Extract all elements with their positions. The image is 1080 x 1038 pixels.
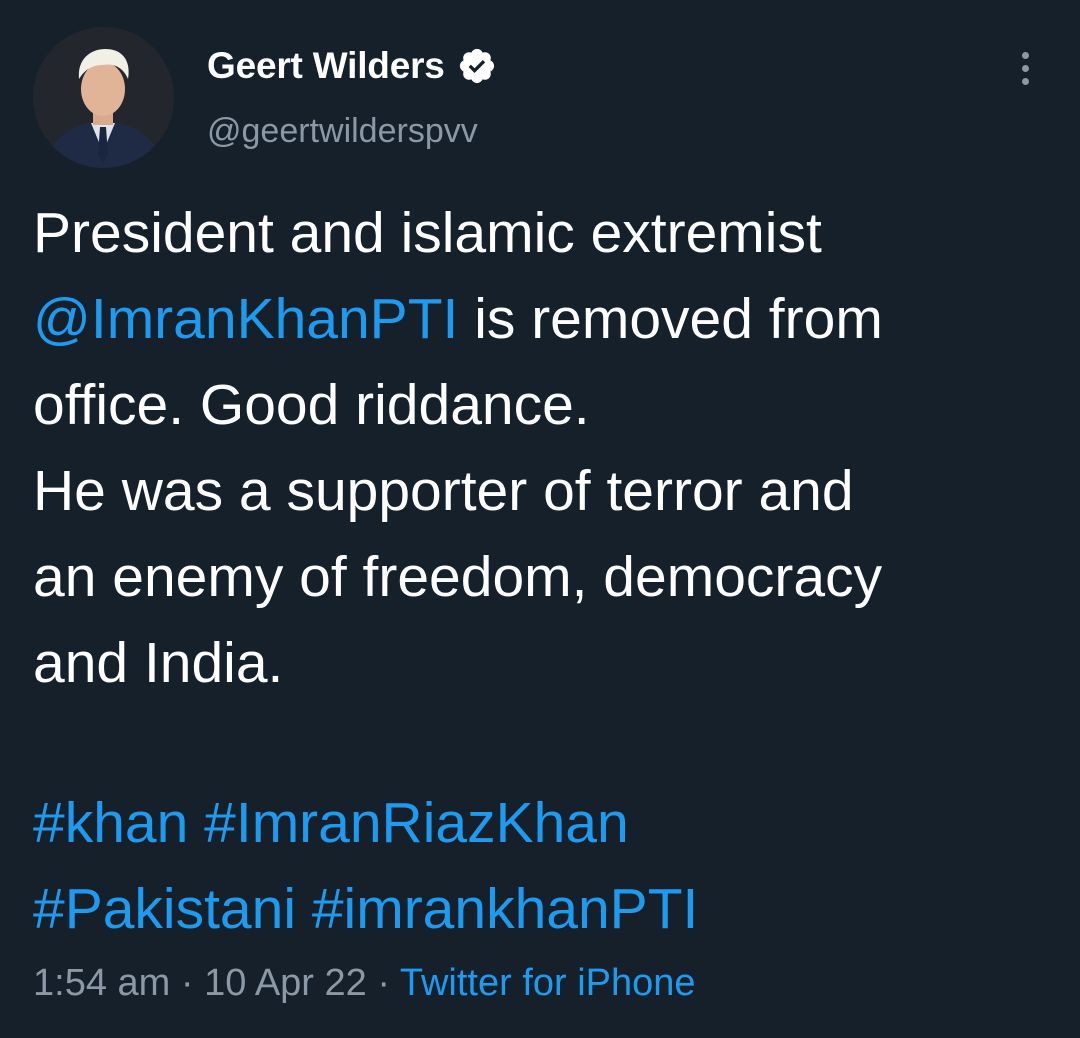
more-dot [1021, 64, 1029, 72]
tweet-date[interactable]: 10 Apr 22 [204, 962, 367, 1004]
tweet-time[interactable]: 1:54 am [33, 962, 170, 1004]
tweet-line: and India. [33, 631, 284, 695]
hashtag-link[interactable]: #ImranRiazKhan [204, 791, 629, 855]
meta-separator: · [170, 962, 205, 1004]
tweet-line: @ImranKhanPTI is removed from [33, 276, 1053, 362]
tweet-line: He was a supporter of terror and [33, 459, 854, 523]
more-options-icon[interactable] [1005, 48, 1045, 88]
author-name[interactable]: Geert Wilders [207, 45, 445, 87]
tweet-source[interactable]: Twitter for iPhone [400, 962, 696, 1004]
avatar-photo [33, 27, 174, 168]
author-name-row[interactable]: Geert Wilders [207, 44, 497, 88]
tweet-line: President and islamic extremist [33, 201, 822, 265]
hashtag-link[interactable]: #imrankhanPTI [312, 877, 699, 941]
tweet-line-text: is removed from [458, 287, 883, 351]
tweet-meta: 1:54 am · 10 Apr 22 · Twitter for iPhone [33, 962, 696, 1005]
mention-link[interactable]: @ImranKhanPTI [33, 287, 458, 351]
hashtag-link[interactable]: #khan [33, 791, 188, 855]
hashtag-link[interactable]: #Pakistani [33, 877, 296, 941]
tweet-text: President and islamic extremist @ImranKh… [33, 190, 1053, 706]
hashtag-line: #khan #ImranRiazKhan [33, 780, 698, 866]
hashtag-line: #Pakistani #imrankhanPTI [33, 866, 698, 952]
avatar[interactable] [33, 27, 174, 168]
hashtags: #khan #ImranRiazKhan #Pakistani #imrankh… [33, 780, 698, 952]
more-dot [1021, 77, 1029, 85]
verified-badge-icon [457, 46, 497, 86]
meta-separator: · [366, 962, 400, 1004]
tweet-line: an enemy of freedom, democracy [33, 545, 883, 609]
tweet-line: office. Good riddance. [33, 373, 590, 437]
more-dot [1021, 51, 1029, 59]
author-handle[interactable]: @geertwilderspvv [207, 112, 478, 151]
